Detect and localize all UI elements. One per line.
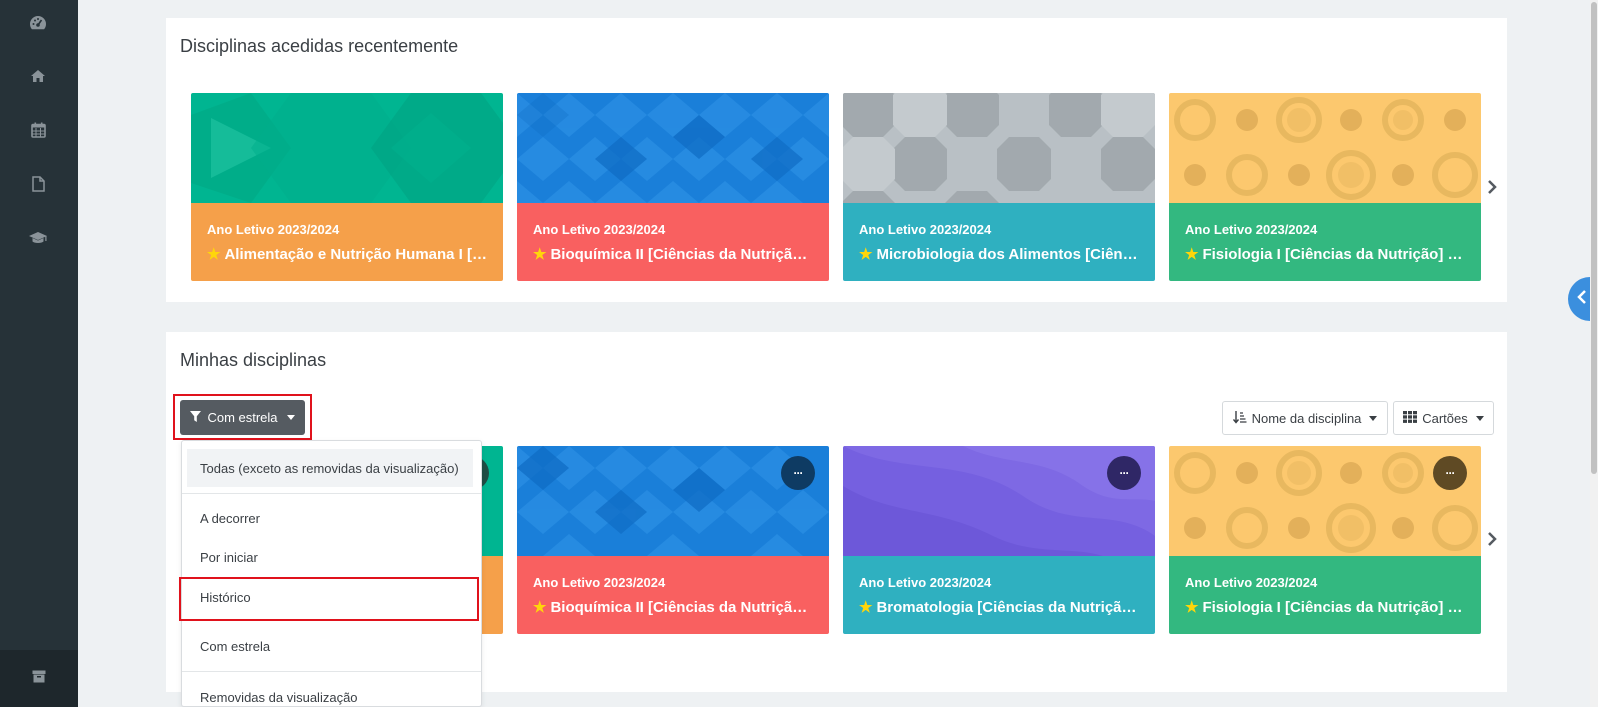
course-name[interactable]: ★ Fisiologia I [Ciências da Nutrição] - 2…	[1185, 598, 1467, 616]
course-banner[interactable]	[843, 93, 1155, 203]
dashboard-icon[interactable]	[27, 12, 49, 34]
star-icon: ★	[859, 246, 873, 263]
menu-divider	[182, 493, 481, 494]
course-info: Ano Letivo 2023/2024 ★ Bromatologia [Ciên…	[843, 556, 1155, 634]
course-name-text[interactable]: Fisiologia I [Ciências da Nutrição] - 20…	[1202, 599, 1467, 616]
sort-icon	[1232, 410, 1247, 427]
course-banner[interactable]	[1169, 93, 1481, 203]
page-scrollbar[interactable]	[1590, 0, 1598, 707]
course-menu-button[interactable]: ···	[1433, 456, 1467, 490]
course-name-text[interactable]: Bioquímica II [Ciências da Nutrição] - 2…	[550, 246, 815, 263]
filter-option-all[interactable]: Todas (exceto as removidas da visualizaç…	[187, 449, 473, 487]
course-banner[interactable]	[843, 446, 1155, 556]
course-name[interactable]: ★Alimentação e Nutrição Humana I [Ciênci…	[207, 245, 489, 263]
archive-icon[interactable]	[32, 670, 46, 688]
course-card[interactable]: Ano Letivo 2023/2024 ★ Fisiologia I [Ciên…	[1169, 446, 1481, 634]
course-name[interactable]: ★ Fisiologia I [Ciências da Nutrição] - 2…	[1185, 245, 1467, 263]
course-year: Ano Letivo 2023/2024	[207, 222, 340, 237]
course-banner[interactable]	[191, 93, 503, 203]
course-year: Ano Letivo 2023/2024	[859, 222, 992, 237]
course-card[interactable]: Ano Letivo 2023/2024 ★ Bromatologia [Ciên…	[843, 446, 1155, 634]
course-year: Ano Letivo 2023/2024	[533, 222, 666, 237]
course-year: Ano Letivo 2023/2024	[1185, 222, 1318, 237]
course-name[interactable]: ★Bromatologia [Ciências da Nutrição] - 2…	[859, 598, 1141, 616]
course-info: Ano Letivo 2023/2024 ★ Fisiologia I [Ciên…	[1169, 203, 1481, 281]
historico-highlight	[179, 577, 479, 621]
course-card[interactable]: Ano Letivo 2023/2024 ★ Alimentação e Nutr…	[191, 93, 503, 281]
menu-divider	[182, 671, 481, 672]
graduation-cap-icon[interactable]	[27, 227, 49, 249]
home-icon[interactable]	[27, 65, 49, 87]
course-year: Ano Letivo 2023/2024	[1185, 575, 1318, 590]
chevron-down-icon	[1475, 415, 1484, 421]
filter-dropdown-menu: Todas (exceto as removidas da visualizaç…	[181, 440, 482, 707]
filter-dropdown-button[interactable]: Com estrela	[180, 400, 305, 435]
chevron-down-icon	[286, 415, 295, 420]
course-name-text[interactable]: Bromatologia [Ciências da Nutrição] - 20…	[876, 599, 1141, 616]
course-banner[interactable]	[517, 93, 829, 203]
sort-label: Nome da disciplina	[1251, 410, 1362, 426]
left-sidebar	[0, 0, 78, 707]
recent-courses-panel: Disciplinas acedidas recentemente Ano Le…	[166, 18, 1507, 302]
view-dropdown-button[interactable]: Cartões	[1393, 401, 1494, 435]
filter-option-starred[interactable]: Com estrela	[182, 627, 481, 665]
filter-option-in-progress[interactable]: A decorrer	[182, 499, 481, 537]
course-name-text[interactable]: Fisiologia I [Ciências da Nutrição] - 20…	[1202, 246, 1467, 263]
course-card[interactable]: Ano Letivo 2023/2024 ★ Fisiologia I [Ciên…	[1169, 93, 1481, 281]
file-icon[interactable]	[27, 173, 49, 195]
course-name-text[interactable]: Bioquímica II [Ciências da Nutrição] - 2…	[550, 599, 815, 616]
course-info: Ano Letivo 2023/2024 ★ Bioquímica II [Ciê…	[517, 556, 829, 634]
sort-dropdown-button[interactable]: Nome da disciplina	[1222, 401, 1388, 435]
course-info: Ano Letivo 2023/2024 ★ Alimentação e Nutr…	[191, 203, 503, 281]
course-menu-button[interactable]: ···	[1107, 456, 1141, 490]
star-icon: ★	[1185, 599, 1199, 616]
grid-icon	[1403, 410, 1418, 426]
star-icon: ★	[859, 599, 873, 616]
filter-label: Com estrela	[207, 410, 278, 425]
sidebar-footer	[0, 650, 78, 707]
star-icon: ★	[207, 246, 221, 263]
my-courses-title: Minhas disciplinas	[180, 350, 327, 370]
course-info: Ano Letivo 2023/2024 ★ Fisiologia I [Ciên…	[1169, 556, 1481, 634]
recent-courses-title: Disciplinas acedidas recentemente	[180, 36, 459, 56]
chevron-left-icon	[1577, 289, 1587, 309]
course-name[interactable]: ★Bioquímica II [Ciências da Nutrição] - …	[533, 245, 815, 263]
star-icon: ★	[533, 599, 547, 616]
course-banner[interactable]	[1169, 446, 1481, 556]
course-year: Ano Letivo 2023/2024	[859, 575, 992, 590]
filter-option-hidden[interactable]: Removidas da visualização	[182, 678, 481, 707]
course-card[interactable]: Ano Letivo 2023/2024 ★ Microbiologia dos …	[843, 93, 1155, 281]
star-icon: ★	[533, 246, 547, 263]
filter-option-future[interactable]: Por iniciar	[182, 538, 481, 576]
course-name-text[interactable]: Microbiologia dos Alimentos [Ciências da…	[876, 246, 1141, 263]
course-card[interactable]: Ano Letivo 2023/2024 ★ Bioquímica II [Ciê…	[517, 446, 829, 634]
course-name[interactable]: ★Bioquímica II [Ciências da Nutrição] - …	[533, 598, 815, 616]
course-info: Ano Letivo 2023/2024 ★ Bioquímica II [Ciê…	[517, 203, 829, 281]
course-name-text[interactable]: Alimentação e Nutrição Humana I [Ciência…	[224, 246, 489, 263]
course-menu-button[interactable]: ···	[781, 456, 815, 490]
scrollbar-thumb[interactable]	[1591, 2, 1597, 474]
filter-icon	[190, 410, 202, 425]
course-info: Ano Letivo 2023/2024 ★ Microbiologia dos …	[843, 203, 1155, 281]
course-name[interactable]: ★Microbiologia dos Alimentos [Ciências d…	[859, 245, 1141, 263]
view-label: Cartões	[1422, 410, 1468, 426]
chevron-down-icon	[1369, 415, 1378, 421]
carousel-next-icon[interactable]	[1484, 529, 1500, 549]
course-banner[interactable]	[517, 446, 829, 556]
course-card[interactable]: Ano Letivo 2023/2024 ★ Bioquímica II [Ciê…	[517, 93, 829, 281]
calendar-icon[interactable]	[27, 119, 49, 141]
course-year: Ano Letivo 2023/2024	[533, 575, 666, 590]
carousel-next-icon[interactable]	[1484, 177, 1500, 197]
star-icon: ★	[1185, 246, 1199, 263]
